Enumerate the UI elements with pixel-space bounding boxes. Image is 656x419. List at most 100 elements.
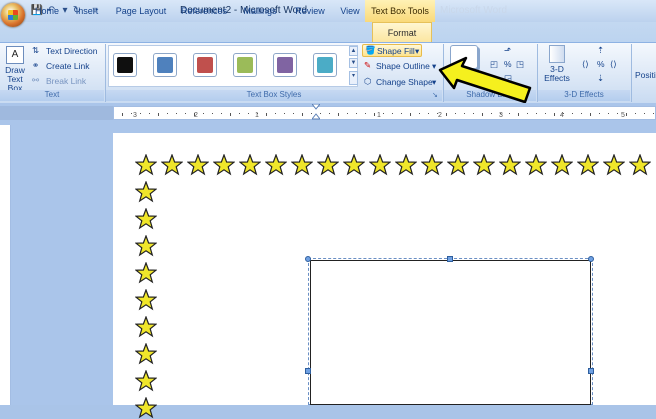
ruler-tick bbox=[221, 113, 222, 114]
ruler-tick bbox=[149, 113, 150, 114]
star-icon bbox=[135, 208, 157, 230]
tilt-right-icon[interactable]: ⟨⟩ bbox=[610, 59, 617, 70]
resize-handle[interactable] bbox=[305, 368, 311, 374]
tab-mailings[interactable]: Mailings bbox=[238, 3, 282, 19]
resize-handle[interactable] bbox=[447, 256, 453, 262]
star-icon bbox=[291, 154, 313, 176]
text-direction-button[interactable]: ⇅ Text Direction bbox=[32, 45, 104, 57]
ruler-tick bbox=[644, 113, 645, 114]
star-icon bbox=[551, 154, 573, 176]
broken-link-icon: ⚯ bbox=[32, 75, 40, 85]
tab-home[interactable]: Home bbox=[30, 3, 64, 19]
group-label-3d-effects: 3-D Effects bbox=[538, 90, 630, 101]
shape-outline-button[interactable]: ✎ Shape Outline ▾ bbox=[362, 60, 440, 73]
3d-effects-button[interactable]: 3-D Effects bbox=[542, 45, 572, 87]
tab-format[interactable]: Format bbox=[372, 22, 432, 42]
indent-marker-icon[interactable] bbox=[310, 103, 322, 120]
break-link-label: Break Link bbox=[46, 76, 87, 86]
vertical-ruler[interactable] bbox=[0, 125, 11, 405]
office-logo-icon bbox=[8, 10, 18, 20]
break-link-button[interactable]: ⚯ Break Link bbox=[32, 75, 104, 87]
ruler-tick bbox=[230, 113, 231, 116]
tab-review[interactable]: Review bbox=[290, 3, 330, 19]
star-icon bbox=[499, 154, 521, 176]
star-icon bbox=[187, 154, 209, 176]
ruler-tick bbox=[392, 113, 393, 114]
ruler-margin bbox=[0, 106, 113, 120]
text-box-style-swatch[interactable] bbox=[193, 53, 217, 77]
ruler-tick bbox=[545, 113, 546, 114]
office-button[interactable] bbox=[1, 3, 25, 27]
gallery-more[interactable]: ▾ bbox=[349, 71, 358, 85]
ruler-tick bbox=[374, 113, 375, 116]
resize-handle[interactable] bbox=[305, 256, 311, 262]
position-button[interactable]: Positi... bbox=[635, 70, 656, 80]
change-shape-label: Change Shape bbox=[376, 77, 433, 87]
ruler-tick bbox=[329, 113, 330, 114]
tilt-up-icon[interactable]: ⇡ bbox=[597, 45, 604, 56]
resize-handle[interactable] bbox=[588, 256, 594, 262]
star-icon bbox=[473, 154, 495, 176]
tab-insert[interactable]: Insert bbox=[70, 3, 104, 19]
text-box[interactable] bbox=[310, 260, 591, 405]
star-icon bbox=[369, 154, 391, 176]
text-box-style-swatch[interactable] bbox=[233, 53, 257, 77]
star-icon bbox=[395, 154, 417, 176]
shape-fill-button[interactable]: 🪣 Shape Fill ▾ bbox=[362, 44, 422, 57]
horizontal-ruler[interactable]: 3 2 1 1 2 3 4 5 bbox=[113, 106, 656, 120]
gallery-scroll-down[interactable]: ▼ bbox=[349, 58, 358, 68]
3d-tilt-buttons[interactable]: ⇡ ⟨⟩ % ⟨⟩ ⇣ bbox=[580, 45, 628, 85]
ruler-number: 3 bbox=[499, 112, 503, 119]
resize-handle[interactable] bbox=[588, 368, 594, 374]
gallery-scroll-up[interactable]: ▲ bbox=[349, 46, 358, 56]
star-icon bbox=[239, 154, 261, 176]
ruler-tick bbox=[383, 113, 384, 114]
change-shape-button[interactable]: ⬡ Change Shape ▾ bbox=[362, 76, 440, 89]
swatch-color bbox=[317, 57, 333, 73]
ruler-tick bbox=[491, 113, 492, 114]
tab-page-layout[interactable]: Page Layout bbox=[112, 3, 170, 19]
text-box-style-swatch[interactable] bbox=[273, 53, 297, 77]
ruler-tick bbox=[419, 113, 420, 114]
star-icon bbox=[577, 154, 599, 176]
shape-outline-label: Shape Outline bbox=[376, 61, 430, 71]
shapes-icon: ⬡ bbox=[364, 76, 372, 86]
text-box-tools-context-label: Text Box Tools bbox=[365, 0, 435, 22]
text-box-style-swatch[interactable] bbox=[313, 53, 337, 77]
ruler-number: 4 bbox=[560, 112, 564, 119]
ruler-tick bbox=[581, 113, 582, 114]
star-icon bbox=[629, 154, 651, 176]
ruler-tick bbox=[635, 113, 636, 114]
ruler-tick bbox=[527, 113, 528, 114]
3d-toggle-icon[interactable]: % bbox=[597, 59, 605, 69]
tab-references[interactable]: References bbox=[178, 3, 230, 19]
text-box-style-swatch[interactable] bbox=[153, 53, 177, 77]
ruler-tick bbox=[590, 113, 591, 116]
tilt-left-icon[interactable]: ⟨⟩ bbox=[582, 59, 589, 70]
star-icon bbox=[135, 316, 157, 338]
text-direction-icon: ⇅ bbox=[32, 45, 40, 55]
create-link-button[interactable]: ⚭ Create Link bbox=[32, 60, 104, 72]
star-icon bbox=[603, 154, 625, 176]
tilt-down-icon[interactable]: ⇣ bbox=[597, 73, 604, 84]
ruler-tick bbox=[572, 113, 573, 114]
ruler-tick bbox=[158, 113, 159, 116]
ruler-tick bbox=[293, 113, 294, 114]
swatch-color bbox=[197, 57, 213, 73]
ruler-number: 2 bbox=[438, 112, 442, 119]
ruler-tick bbox=[275, 113, 276, 114]
ruler-tick bbox=[410, 113, 411, 116]
star-icon bbox=[135, 370, 157, 392]
star-icon bbox=[525, 154, 547, 176]
ruler-tick bbox=[554, 113, 555, 116]
ruler-tick bbox=[347, 113, 348, 114]
draw-text-box-button[interactable]: A Draw Text Box bbox=[2, 46, 28, 93]
text-box-style-swatch[interactable] bbox=[113, 53, 137, 77]
swatch-color bbox=[117, 57, 133, 73]
tab-view[interactable]: View bbox=[336, 3, 364, 19]
star-icon bbox=[135, 397, 157, 419]
text-direction-label: Text Direction bbox=[46, 46, 98, 56]
star-icon bbox=[265, 154, 287, 176]
text-box-icon: A bbox=[6, 46, 24, 64]
3d-cube-icon bbox=[549, 45, 565, 63]
